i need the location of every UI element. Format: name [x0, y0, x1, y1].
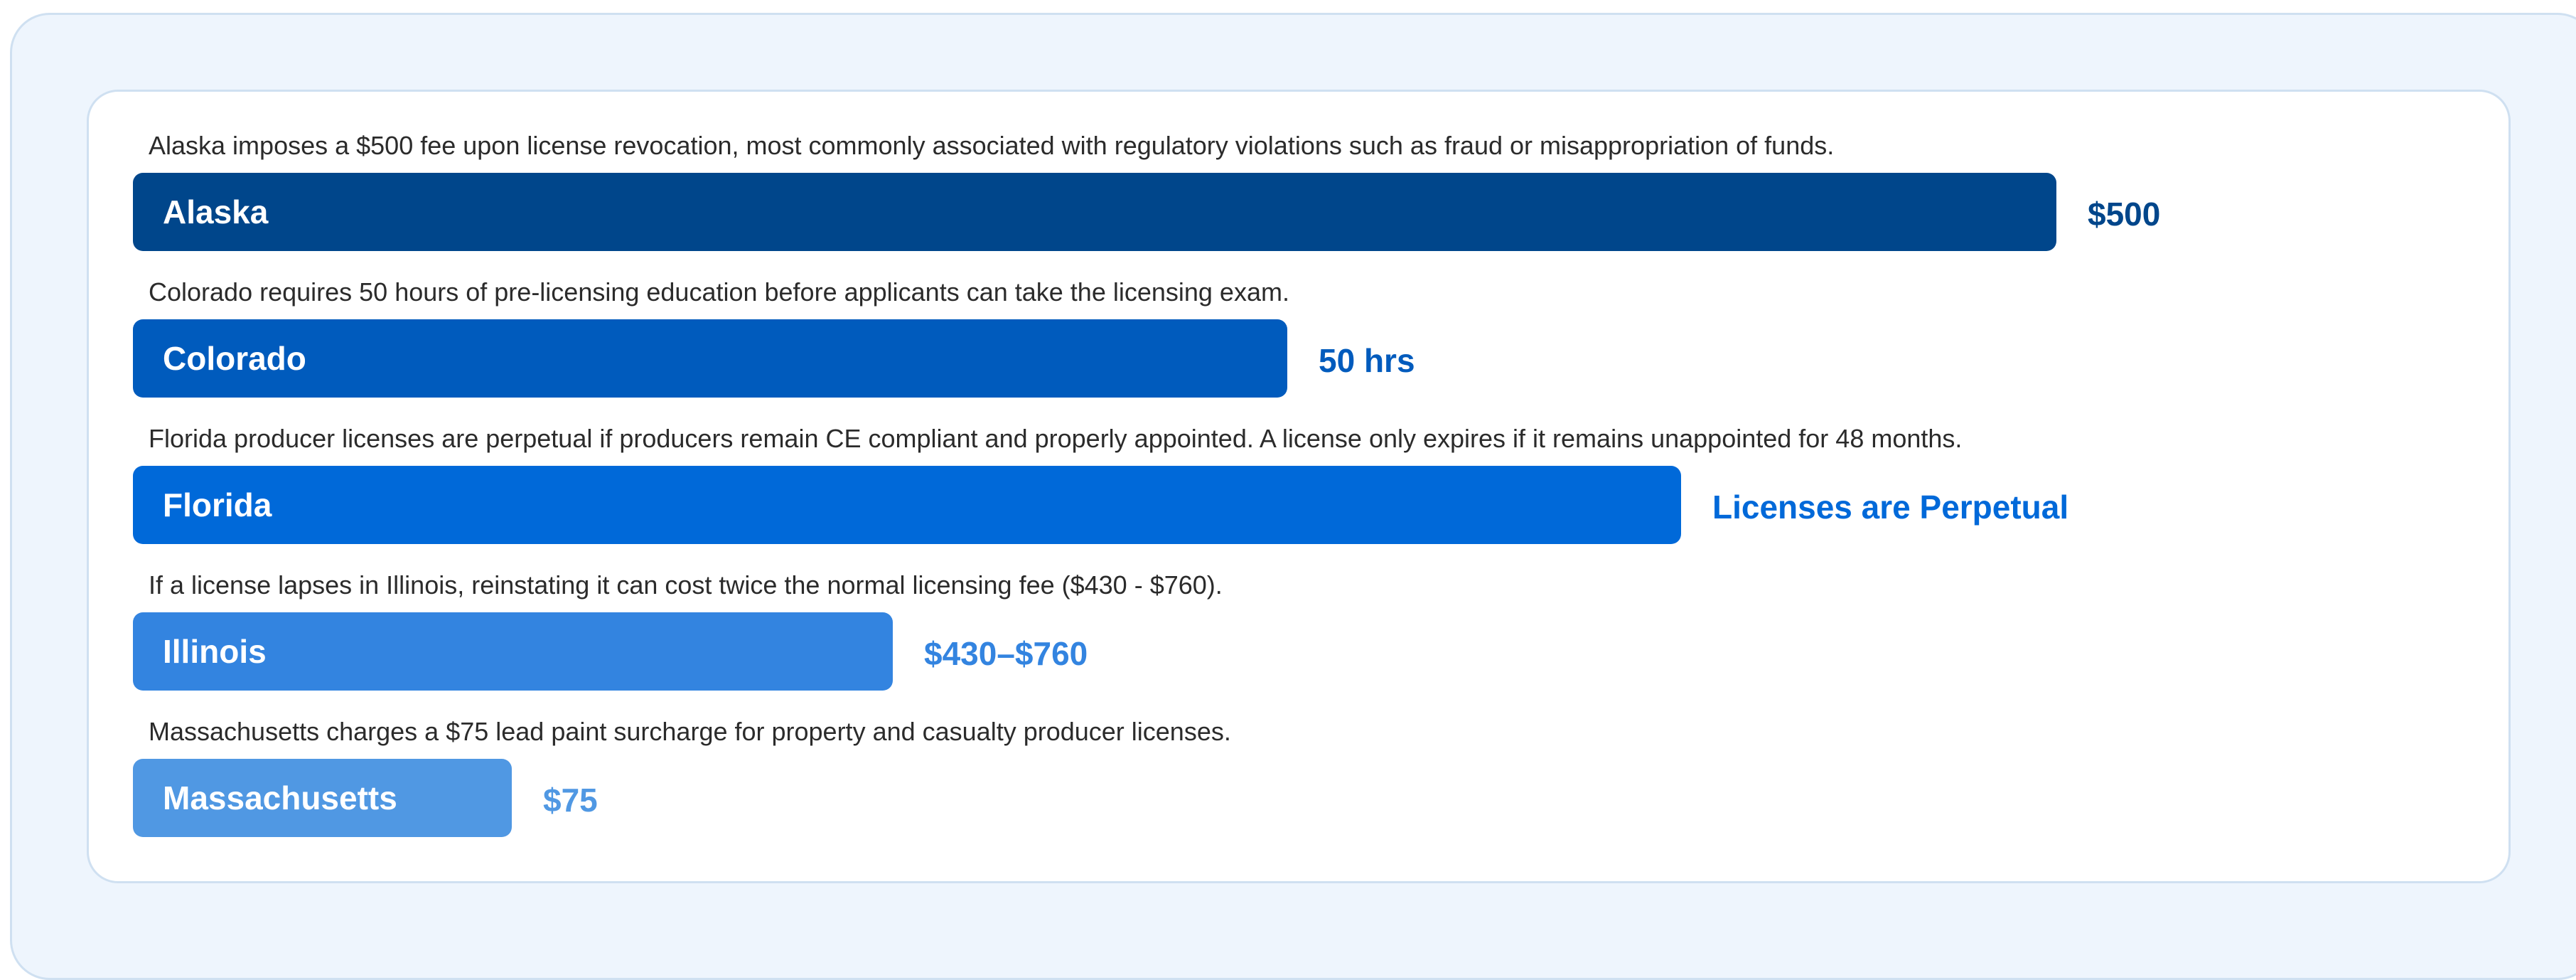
bar-description: Massachusetts charges a $75 lead paint s…	[149, 717, 1231, 746]
bar-row-massachusetts: Massachusetts charges a $75 lead paint s…	[89, 678, 2508, 837]
chart-card: Alaska imposes a $500 fee upon license r…	[87, 90, 2511, 883]
bar-massachusetts: Massachusetts	[133, 759, 512, 837]
bar-description: Alaska imposes a $500 fee upon license r…	[149, 131, 1835, 160]
bar-value-label: $75	[543, 782, 598, 819]
bar-row-colorado: Colorado requires 50 hours of pre-licens…	[89, 238, 2508, 398]
bar-description: If a license lapses in Illinois, reinsta…	[149, 570, 1223, 600]
bar-category-label: Massachusetts	[163, 779, 397, 816]
bar-description: Florida producer licenses are perpetual …	[149, 424, 1963, 453]
bar-description: Colorado requires 50 hours of pre-licens…	[149, 277, 1289, 307]
bar-row-illinois: If a license lapses in Illinois, reinsta…	[89, 531, 2508, 691]
bar-row-alaska: Alaska imposes a $500 fee upon license r…	[89, 92, 2508, 251]
bar-row-florida: Florida producer licenses are perpetual …	[89, 385, 2508, 544]
